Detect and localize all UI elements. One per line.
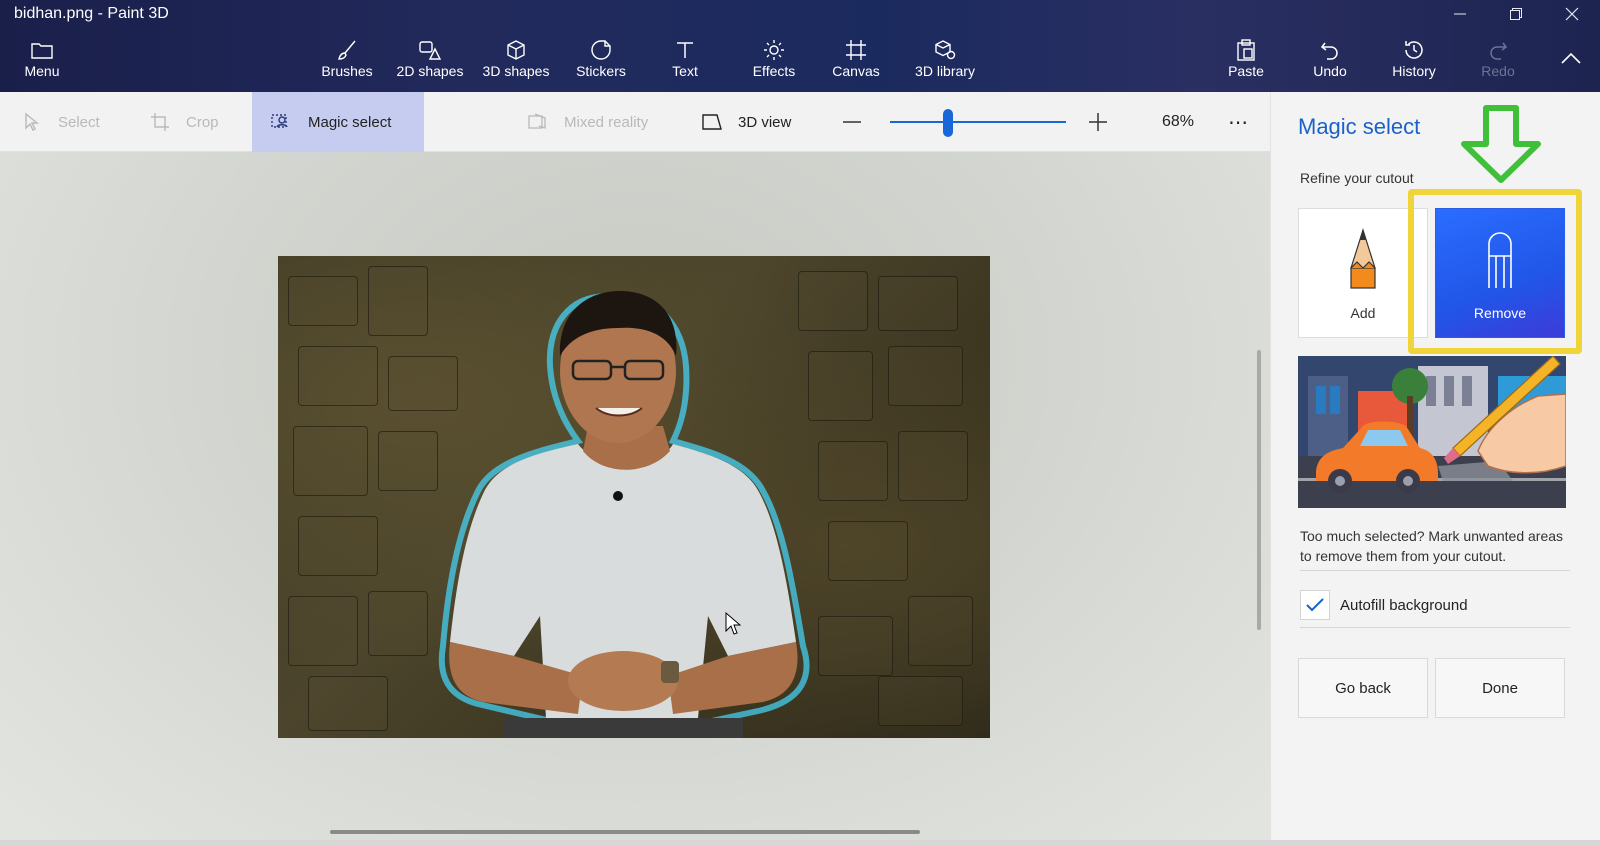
- magic-select-tool[interactable]: Magic select: [252, 92, 424, 152]
- restore-button[interactable]: [1488, 0, 1544, 28]
- ribbon-canvas[interactable]: Canvas: [828, 38, 884, 88]
- canvas-icon: [846, 40, 866, 60]
- minus-icon: [843, 121, 861, 123]
- checkmark-icon: [1306, 598, 1324, 612]
- annotation-highlight-box: [1408, 189, 1582, 354]
- toolbar: Select Crop Magic select Mixed reality 3…: [0, 92, 1270, 152]
- 3d-view-icon: [702, 114, 722, 130]
- panel-title: Magic select: [1298, 114, 1421, 139]
- effects-label: Effects: [752, 63, 796, 79]
- minimize-icon: [1454, 13, 1466, 15]
- 3d-shapes-label: 3D shapes: [482, 63, 550, 79]
- redo-button[interactable]: Redo: [1476, 38, 1520, 88]
- ribbon-text[interactable]: Text: [665, 38, 705, 88]
- vertical-scrollbar[interactable]: [1257, 350, 1261, 630]
- ribbon-2d-shapes[interactable]: 2D shapes: [394, 38, 466, 88]
- done-button[interactable]: Done: [1435, 658, 1565, 718]
- restore-icon: [1510, 8, 1522, 20]
- history-button[interactable]: History: [1386, 38, 1442, 88]
- pencil-icon: [1350, 228, 1376, 289]
- paste-icon: [1237, 39, 1255, 61]
- 3d-library-label: 3D library: [915, 63, 975, 79]
- add-label: Add: [1350, 305, 1376, 321]
- ribbon-stickers[interactable]: Stickers: [571, 38, 631, 88]
- brushes-label: Brushes: [321, 63, 373, 79]
- 3d-library-icon: [935, 40, 956, 60]
- pointer-icon: [25, 112, 39, 131]
- redo-icon: [1490, 42, 1508, 60]
- panel-description: Too much selected? Mark unwanted areas t…: [1300, 528, 1564, 564]
- ribbon-brushes[interactable]: Brushes: [316, 38, 378, 88]
- 3d-view-label: 3D view: [738, 113, 792, 131]
- redo-label: Redo: [1481, 63, 1515, 79]
- magic-select-icon: [271, 114, 288, 128]
- canvas-image[interactable]: [278, 256, 990, 738]
- annotation-arrow-icon: [1458, 104, 1544, 189]
- text-icon: [677, 42, 693, 58]
- 3d-shapes-icon: [507, 40, 525, 60]
- zoom-out-button[interactable]: [842, 92, 862, 152]
- close-button[interactable]: [1544, 0, 1600, 28]
- zoom-slider-track[interactable]: [890, 121, 1066, 123]
- mixed-reality-icon: [528, 113, 546, 129]
- ribbon-3d-library[interactable]: 3D library: [904, 38, 986, 88]
- canvas-label: Canvas: [832, 63, 880, 79]
- close-icon: [1565, 7, 1579, 21]
- stickers-icon: [591, 40, 611, 60]
- plus-icon: [1089, 113, 1107, 131]
- 2d-shapes-label: 2D shapes: [396, 63, 464, 79]
- stickers-label: Stickers: [576, 63, 626, 79]
- horizontal-scrollbar[interactable]: [330, 830, 920, 834]
- undo-label: Undo: [1313, 63, 1347, 79]
- folder-icon: [31, 43, 53, 59]
- go-back-button[interactable]: Go back: [1298, 658, 1428, 718]
- mixed-reality-button[interactable]: Mixed reality: [526, 92, 648, 152]
- crop-icon: [151, 113, 169, 131]
- 3d-view-button[interactable]: 3D view: [700, 92, 791, 152]
- person-cutout[interactable]: [278, 256, 990, 738]
- menu-button[interactable]: Menu: [20, 38, 64, 88]
- zoom-in-button[interactable]: [1088, 92, 1108, 152]
- autofill-background-option[interactable]: Autofill background: [1300, 590, 1468, 620]
- zoom-slider-thumb[interactable]: [943, 109, 954, 137]
- paste-button[interactable]: Paste: [1222, 38, 1270, 88]
- brush-icon: [338, 40, 356, 60]
- magic-select-label: Magic select: [308, 113, 392, 131]
- paste-label: Paste: [1228, 63, 1264, 79]
- menu-label: Menu: [24, 63, 60, 79]
- mixed-reality-label: Mixed reality: [564, 113, 649, 131]
- effects-icon: [764, 40, 784, 60]
- more-options-button[interactable]: ⋯: [1228, 92, 1249, 152]
- chevron-up-icon: [1561, 52, 1581, 64]
- history-label: History: [1392, 63, 1436, 79]
- window-title: bidhan.png - Paint 3D: [14, 5, 169, 22]
- divider: [1300, 570, 1570, 571]
- text-label: Text: [672, 63, 698, 79]
- app-header: bidhan.png - Paint 3D Menu Brushes 2D sh…: [0, 0, 1600, 92]
- zoom-level: 68%: [1162, 113, 1195, 130]
- undo-button[interactable]: Undo: [1308, 38, 1352, 88]
- select-label: Select: [58, 113, 100, 131]
- status-strip: [0, 840, 1600, 846]
- undo-icon: [1320, 42, 1338, 60]
- remove-illustration: [1298, 356, 1566, 508]
- autofill-label: Autofill background: [1340, 596, 1468, 614]
- crop-label: Crop: [186, 113, 219, 131]
- ribbon-effects[interactable]: Effects: [746, 38, 802, 88]
- autofill-checkbox[interactable]: [1300, 590, 1330, 620]
- divider: [1300, 627, 1570, 628]
- crop-tool[interactable]: Crop: [148, 92, 219, 152]
- panel-subtitle: Refine your cutout: [1300, 170, 1414, 186]
- select-tool[interactable]: Select: [20, 92, 100, 152]
- ribbon-3d-shapes[interactable]: 3D shapes: [480, 38, 552, 88]
- minimize-button[interactable]: [1432, 0, 1488, 28]
- mouse-cursor-icon: [725, 611, 742, 641]
- 2d-shapes-icon: [419, 41, 442, 60]
- history-icon: [1405, 41, 1423, 59]
